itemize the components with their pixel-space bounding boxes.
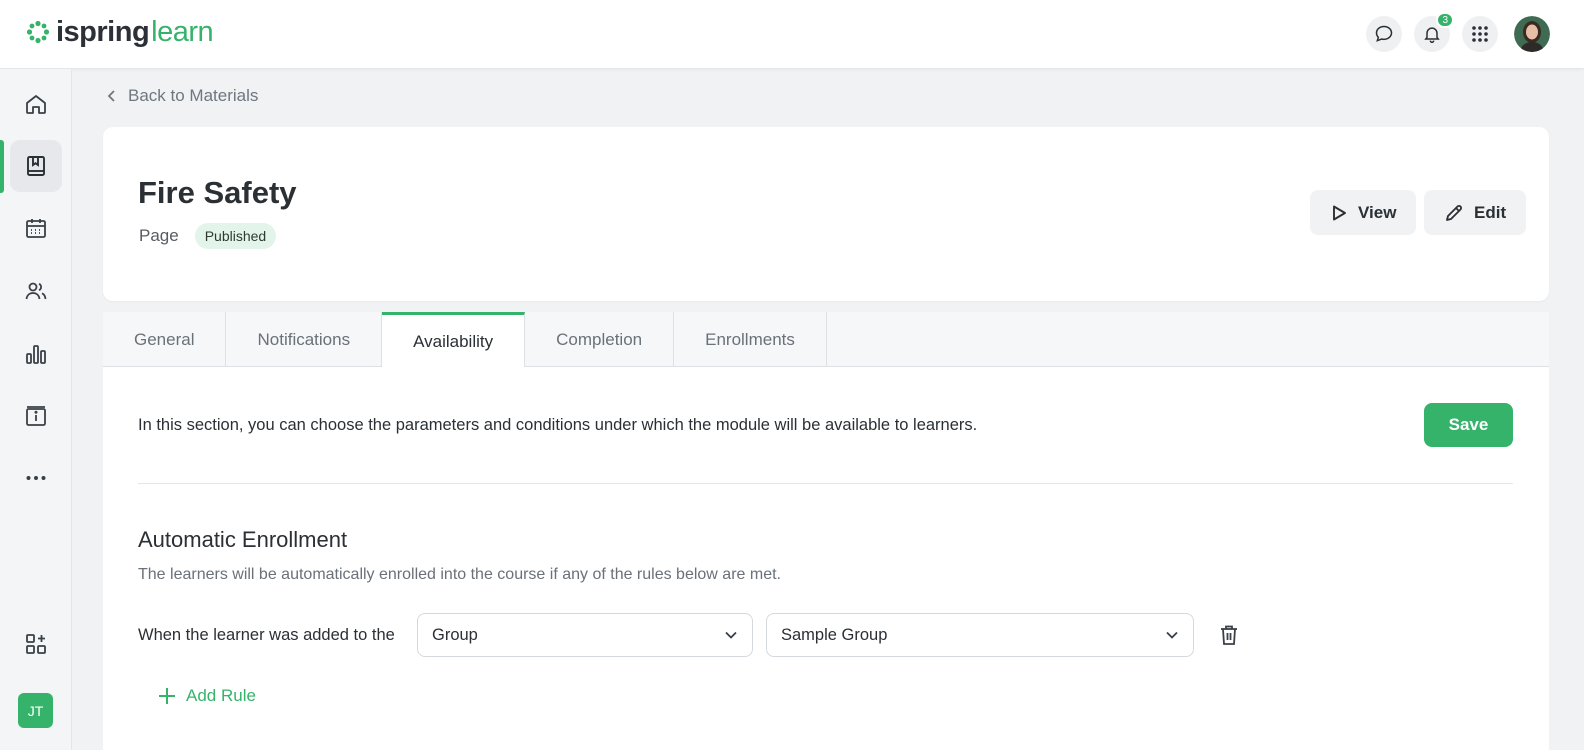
logo-flower-icon xyxy=(26,20,50,44)
chat-button[interactable] xyxy=(1366,16,1402,52)
automatic-enrollment-title: Automatic Enrollment xyxy=(138,527,348,552)
section-divider xyxy=(138,483,1513,484)
book-icon xyxy=(27,156,45,176)
trash-icon xyxy=(1221,625,1237,645)
sidebar-item-home[interactable] xyxy=(10,78,62,130)
automatic-enrollment-description: The learners will be automatically enrol… xyxy=(138,566,781,583)
back-link-label: Back to Materials xyxy=(128,86,259,105)
user-initials-chip[interactable]: JT xyxy=(18,693,53,728)
sidebar-item-materials[interactable] xyxy=(10,140,62,192)
tab-enrollments[interactable]: Enrollments xyxy=(674,312,827,367)
course-meta: Page Published xyxy=(139,223,277,249)
edit-button[interactable]: Edit xyxy=(1424,190,1527,235)
notifications-count-badge: 3 xyxy=(1436,12,1454,28)
availability-panel: In this section, you can choose the para… xyxy=(103,367,1549,750)
sidebar-item-calendar[interactable] xyxy=(10,202,62,254)
page-title: Fire Safety xyxy=(138,175,297,210)
settings-tabs: General Notifications Availability Compl… xyxy=(103,312,1549,368)
play-icon xyxy=(1333,205,1346,220)
chat-bubble-icon xyxy=(1375,25,1393,42)
active-indicator xyxy=(0,140,4,193)
people-icon xyxy=(25,282,47,300)
bell-icon xyxy=(1424,27,1440,44)
logo-text-ispring: ispring xyxy=(56,15,150,48)
ispring-learn-logo[interactable]: ispring learn xyxy=(26,15,214,48)
plus-icon xyxy=(159,688,175,704)
back-to-materials-link[interactable]: Back to Materials xyxy=(106,86,258,106)
tab-notifications[interactable]: Notifications xyxy=(226,312,383,367)
add-rule-button[interactable]: Add Rule xyxy=(158,686,256,706)
top-actions: 3 xyxy=(1366,12,1550,52)
pencil-icon xyxy=(1446,204,1462,221)
notifications-button[interactable]: 3 xyxy=(1414,12,1454,52)
chevron-down-icon xyxy=(1166,631,1178,639)
add-rule-label: Add Rule xyxy=(186,686,256,705)
save-button[interactable]: Save xyxy=(1424,403,1513,447)
grid-dots-icon xyxy=(1472,26,1488,42)
availability-intro-text: In this section, you can choose the para… xyxy=(138,416,978,434)
rule-group-select[interactable]: Sample Group xyxy=(766,613,1194,657)
avatar-portrait-icon xyxy=(1514,16,1550,52)
home-icon xyxy=(26,95,46,114)
chevron-left-icon xyxy=(107,90,115,102)
chart-icon xyxy=(26,345,46,364)
tab-availability[interactable]: Availability xyxy=(382,312,526,368)
tab-completion[interactable]: Completion xyxy=(525,312,675,367)
sidebar-item-reports[interactable] xyxy=(10,328,62,380)
edit-button-label: Edit xyxy=(1474,202,1507,222)
sidebar-item-add-apps[interactable] xyxy=(10,618,62,670)
user-avatar[interactable] xyxy=(1514,16,1550,52)
delete-rule-button[interactable] xyxy=(1217,623,1241,647)
view-button-label: View xyxy=(1358,202,1397,222)
rule-group-value: Sample Group xyxy=(781,625,888,644)
logo-text-learn: learn xyxy=(151,15,214,48)
left-sidebar: JT xyxy=(0,69,72,750)
rule-condition-select[interactable]: Group xyxy=(417,613,753,657)
sidebar-item-info[interactable] xyxy=(10,390,62,442)
sidebar-item-people[interactable] xyxy=(10,265,62,317)
info-icon xyxy=(26,406,46,426)
more-icon xyxy=(26,476,46,480)
tab-general[interactable]: General xyxy=(103,312,227,367)
view-button[interactable]: View xyxy=(1310,190,1417,235)
status-badge: Published xyxy=(194,223,277,249)
top-bar: ispring learn 3 xyxy=(0,0,1584,69)
course-header-card: Fire Safety Page Published View Edit xyxy=(103,127,1549,301)
chevron-down-icon xyxy=(725,631,737,639)
rule-condition-value: Group xyxy=(432,625,478,644)
calendar-icon xyxy=(26,219,46,238)
rule-label: When the learner was added to the xyxy=(138,626,395,644)
content-type-label: Page xyxy=(139,226,179,245)
sidebar-item-more[interactable] xyxy=(10,452,62,504)
apps-add-icon xyxy=(26,634,46,654)
apps-grid-button[interactable] xyxy=(1462,16,1498,52)
